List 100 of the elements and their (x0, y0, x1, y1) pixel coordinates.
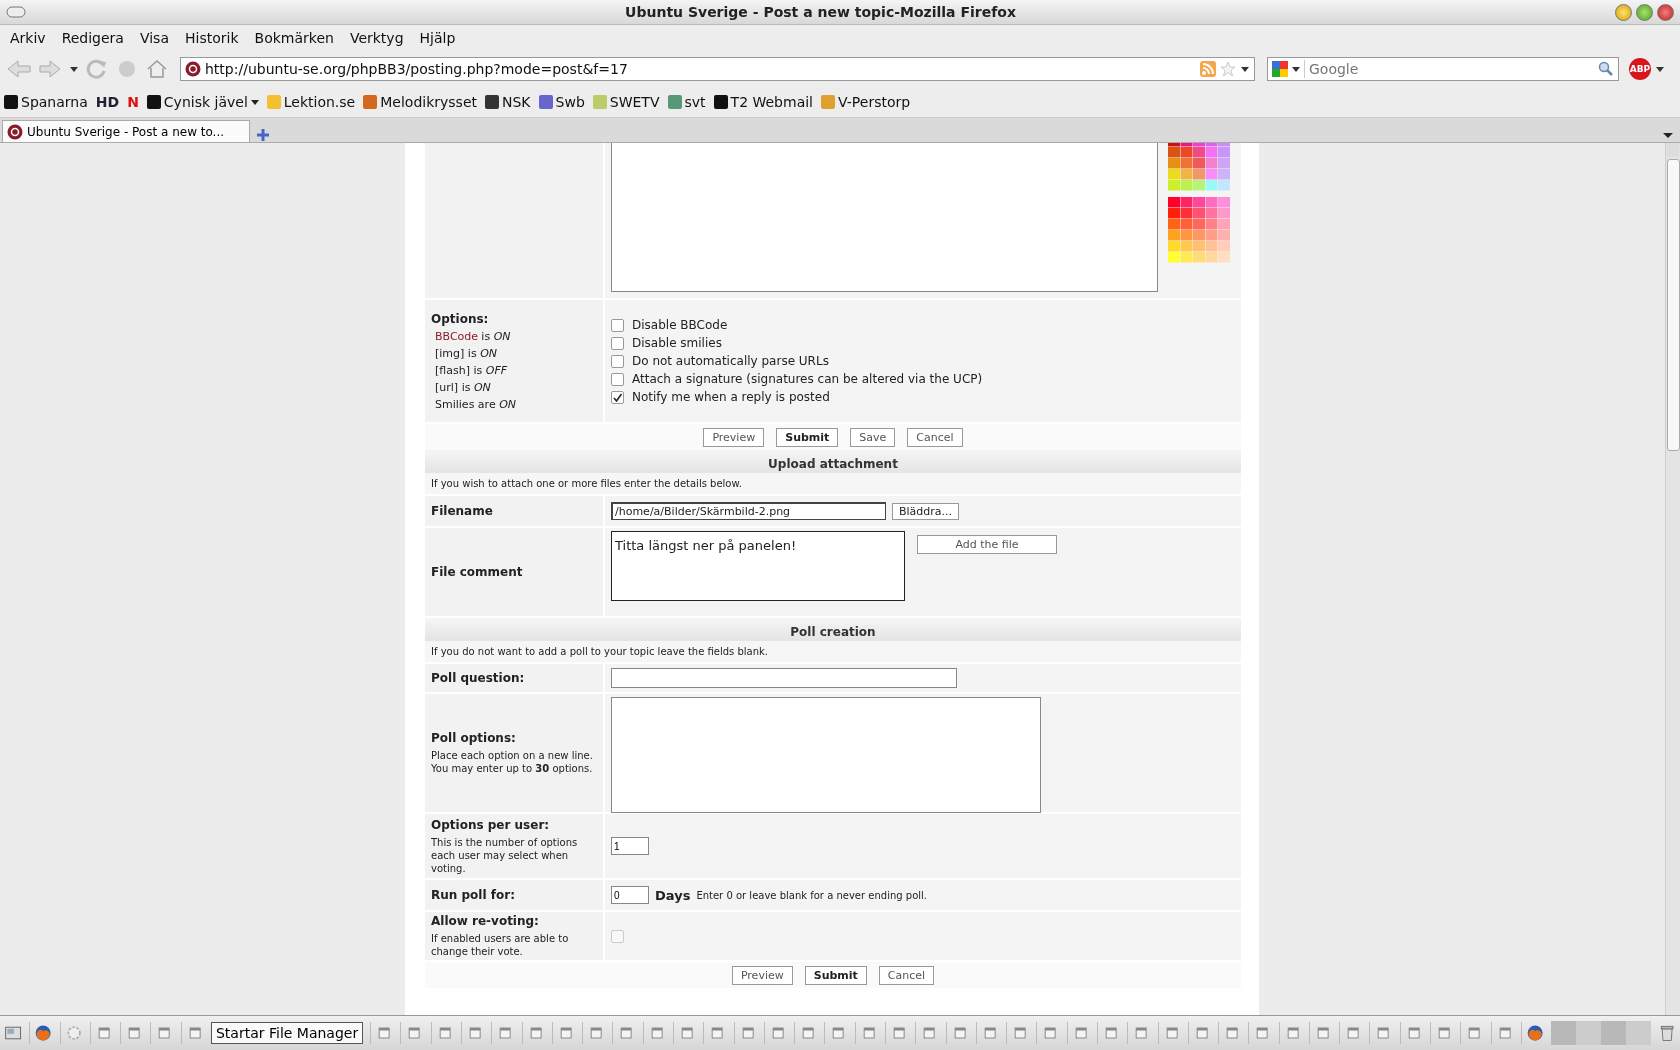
checkbox-option[interactable]: Do not automatically parse URLs (611, 354, 829, 368)
poll-question-field[interactable] (611, 668, 957, 688)
taskbar-button[interactable]: Startar File Manager (210, 1022, 364, 1044)
section-header: Poll creation (425, 622, 1241, 641)
window-title: Ubuntu Sverige - Post a new topic-Mozilla Firefox (624, 4, 1017, 20)
form-button[interactable]: Save (850, 427, 896, 447)
search-icon[interactable] (1598, 61, 1614, 77)
bookmark-item[interactable]: HD (95, 94, 120, 110)
favicon-icon (266, 95, 281, 109)
options-heading: Options: (431, 311, 490, 326)
menu-item[interactable]: Historik (179, 28, 245, 48)
favicon-icon (146, 95, 161, 109)
form-button[interactable]: Cancel (907, 427, 963, 447)
bookmark-item[interactable]: Swb (538, 94, 585, 110)
window-icon[interactable] (945, 1022, 969, 1044)
search-box[interactable]: Google (1267, 57, 1619, 81)
rss-icon[interactable] (1200, 61, 1216, 77)
window-icon[interactable] (733, 1022, 757, 1044)
firefox-icon[interactable] (29, 1022, 53, 1044)
option-status: [img] is ON (434, 346, 498, 360)
scroll-thumb[interactable] (1666, 159, 1680, 451)
star-icon[interactable] (1220, 61, 1236, 77)
field-help: Place each option on a new line. You may enter up to 30 options. (431, 749, 594, 775)
section-header: Upload attachment (425, 454, 1241, 473)
bookmark-item[interactable]: Cynisk jävel (146, 94, 259, 110)
adblock-button[interactable]: ABP (1629, 58, 1651, 80)
checkbox-option[interactable]: Notify me when a reply is posted (611, 390, 830, 404)
menu-item[interactable]: Verktyg (343, 28, 410, 48)
field-label: Options per user: (431, 817, 551, 832)
browse-button[interactable]: Bläddra... (892, 502, 960, 520)
firefox-icon[interactable] (1520, 1022, 1545, 1044)
workspace-switcher[interactable] (1551, 1021, 1651, 1045)
menu-item[interactable]: Hjälp (413, 28, 462, 48)
bookmark-item[interactable]: N (127, 94, 139, 110)
window-icon[interactable] (1157, 1022, 1181, 1044)
checkbox[interactable] (611, 372, 624, 386)
window-icon[interactable] (180, 1022, 204, 1044)
checkbox-option[interactable]: Disable BBCode (611, 318, 728, 332)
days-label: Days (655, 887, 691, 903)
window-menu-icon[interactable] (6, 5, 26, 19)
bookmark-item[interactable]: Melodikrysset (363, 94, 477, 110)
maximize-button[interactable] (1636, 3, 1653, 21)
bookmark-item[interactable]: V-Perstorp (821, 94, 911, 110)
browser-tab[interactable]: Ubuntu Sverige - Post a new to... (2, 120, 250, 142)
check-icon (612, 391, 623, 403)
settings-icon[interactable] (59, 1022, 83, 1044)
menu-item[interactable]: Redigera (55, 28, 130, 48)
window-icon[interactable] (854, 1022, 878, 1044)
site-icon (7, 123, 23, 140)
window-icon[interactable] (1278, 1022, 1302, 1044)
file-input[interactable]: /home/a/Bilder/Skärmbild-2.png (611, 502, 886, 520)
bookmark-item[interactable]: Lektion.se (266, 94, 356, 110)
menu-item[interactable]: Visa (133, 28, 175, 48)
form-button[interactable]: Cancel (878, 965, 935, 985)
option-status: [url] is ON (434, 380, 492, 394)
window-icon[interactable] (521, 1022, 545, 1044)
form-button[interactable]: Submit (804, 965, 867, 985)
comment-textarea[interactable]: Titta längst ner på panelen! (611, 531, 905, 601)
option-status: Smilies are ON (434, 397, 518, 411)
checkbox[interactable] (611, 336, 624, 350)
window-icon[interactable] (1490, 1022, 1514, 1044)
add-file-button[interactable]: Add the file (917, 535, 1057, 554)
checkbox-option[interactable]: Attach a signature (signatures can be altered via the UCP) (611, 372, 983, 386)
window-icon[interactable] (642, 1022, 666, 1044)
options-per-user-field[interactable]: 1 (611, 837, 649, 855)
menu-item[interactable]: Arkiv (4, 28, 52, 48)
menu-item[interactable]: Bokmärken (248, 28, 340, 48)
bookmark-item[interactable]: svt (667, 94, 706, 110)
favicon-icon (485, 95, 499, 109)
minimize-button[interactable] (1615, 3, 1632, 21)
poll-options-textarea[interactable] (611, 697, 1041, 813)
url-field[interactable]: http://ubuntu-se.org/phpBB3/posting.php?mode=post&f=17 (180, 57, 1255, 81)
site-icon (185, 61, 201, 77)
form-button[interactable]: Preview (703, 427, 765, 447)
bbcode-link[interactable]: BBCode (435, 329, 479, 343)
checkbox[interactable] (611, 318, 624, 332)
favicon-icon (592, 95, 607, 109)
checkbox-option[interactable]: Disable smilies (611, 336, 722, 350)
checkbox[interactable] (611, 929, 624, 943)
run-poll-days-field[interactable]: 0 (611, 886, 649, 904)
field-label: Run poll for: (431, 888, 516, 902)
form-button[interactable]: Preview (731, 965, 793, 985)
field-help: If enabled users are able to change their vote. (431, 932, 570, 958)
field-help: This is the number of options each user may select when voting. (431, 835, 579, 875)
window-icon[interactable] (1066, 1022, 1090, 1044)
close-button[interactable] (1657, 3, 1674, 21)
form-button[interactable]: Submit (776, 427, 839, 447)
favicon-icon (538, 95, 553, 109)
bookmark-item[interactable]: NSK (485, 94, 531, 110)
bookmark-item[interactable]: SWETV (592, 94, 660, 110)
field-label: File comment (431, 565, 524, 579)
field-help: Enter 0 or leave blank for a never ending poll. (696, 889, 927, 901)
field-label: Filename (431, 504, 494, 518)
bookmark-item[interactable]: Spanarna (4, 94, 88, 110)
scrollbar[interactable] (1665, 143, 1680, 1015)
favicon-icon (363, 95, 378, 109)
new-tab-icon[interactable] (256, 128, 270, 142)
checkbox[interactable] (611, 354, 624, 368)
checkbox[interactable] (611, 390, 624, 404)
bookmark-item[interactable]: T2 Webmail (713, 94, 813, 110)
